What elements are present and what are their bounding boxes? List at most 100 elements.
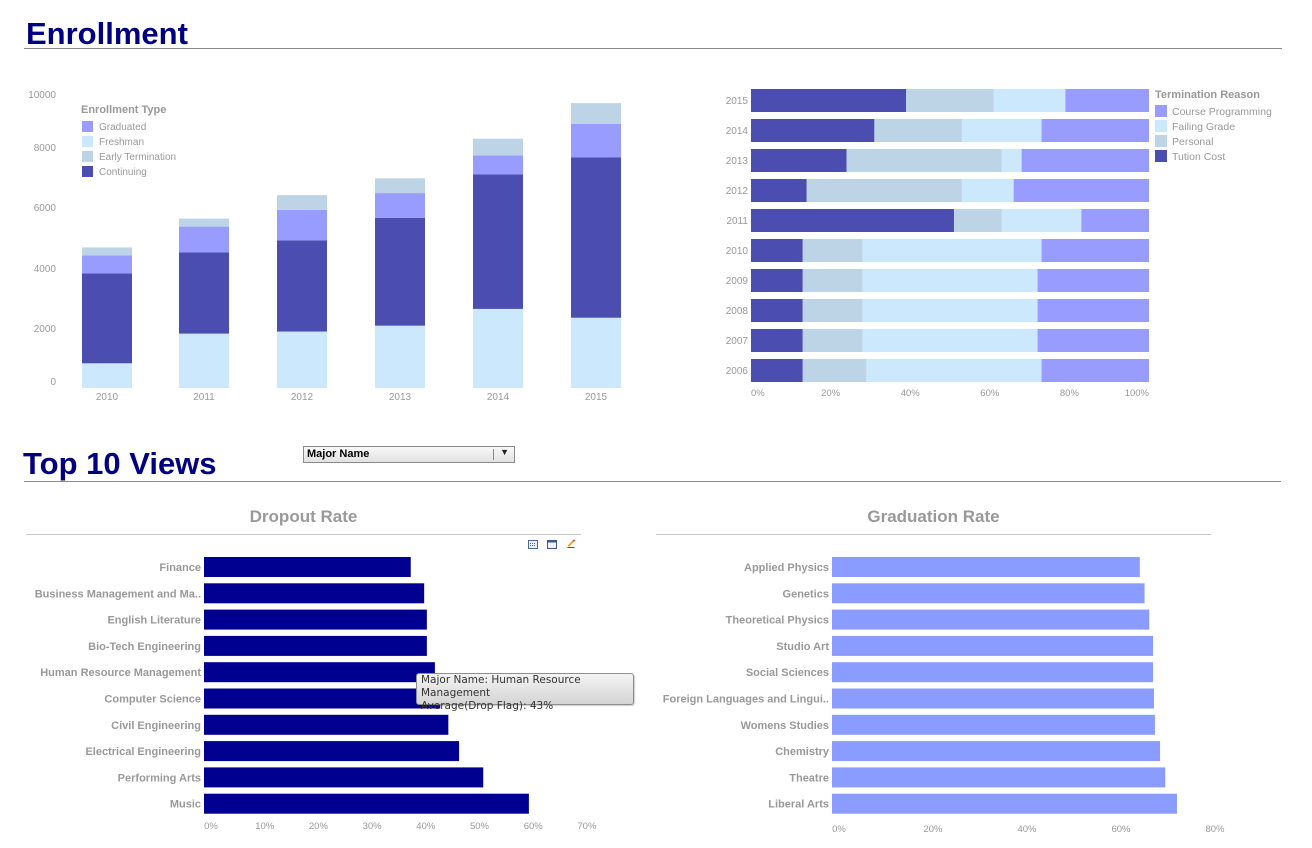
enrollment-bar-continuing-2011[interactable] bbox=[179, 252, 229, 334]
enrollment-bar-continuing-2015[interactable] bbox=[571, 157, 621, 318]
termination-bar-course-programming-2011[interactable] bbox=[1081, 209, 1149, 232]
enrollment-y-tick: 4000 bbox=[34, 264, 57, 275]
termination-bar-course-programming-2007[interactable] bbox=[1037, 329, 1149, 352]
enrollment-bar-freshman-2012[interactable] bbox=[277, 331, 327, 388]
termination-bar-personal-2011[interactable] bbox=[953, 209, 1002, 232]
termination-bar-failing-grade-2010[interactable] bbox=[862, 239, 1042, 262]
enrollment-bar-graduated-2014[interactable] bbox=[473, 155, 523, 175]
termination-bar-tution-cost-2007[interactable] bbox=[751, 329, 803, 352]
dropout-bar-music[interactable] bbox=[204, 793, 529, 814]
termination-bar-tution-cost-2013[interactable] bbox=[751, 149, 847, 172]
termination-bar-course-programming-2013[interactable] bbox=[1021, 149, 1149, 172]
termination-bar-personal-2015[interactable] bbox=[906, 89, 994, 112]
enrollment-y-tick: 2000 bbox=[34, 324, 57, 335]
termination-bar-course-programming-2012[interactable] bbox=[1013, 179, 1149, 202]
enrollment-bar-continuing-2010[interactable] bbox=[82, 273, 132, 364]
enrollment-bar-freshman-2011[interactable] bbox=[179, 333, 229, 388]
enrollment-bar-graduated-2010[interactable] bbox=[82, 255, 132, 274]
termination-bar-failing-grade-2015[interactable] bbox=[993, 89, 1066, 112]
termination-bar-tution-cost-2011[interactable] bbox=[751, 209, 954, 232]
graduation-bar-applied-physics[interactable] bbox=[832, 557, 1140, 577]
termination-bar-failing-grade-2006[interactable] bbox=[866, 359, 1042, 382]
termination-bar-course-programming-2014[interactable] bbox=[1041, 119, 1149, 142]
graduation-bar-foreign-languages-and-lingui[interactable] bbox=[832, 688, 1154, 709]
termination-bar-tution-cost-2015[interactable] bbox=[751, 89, 907, 112]
graduation-x-tick: 0% bbox=[832, 824, 846, 835]
termination-bar-personal-2013[interactable] bbox=[846, 149, 1002, 172]
graduation-bar-chemistry[interactable] bbox=[832, 741, 1161, 762]
charts-canvas: 0 2000 4000 6000 8000 10000 2010 2011 2012 2013 20… bbox=[28, 89, 1272, 835]
graduation-bar-studio-art[interactable] bbox=[832, 635, 1154, 656]
enrollment-bar-graduated-2015[interactable] bbox=[571, 123, 621, 158]
enrollment-bar-continuing-2013[interactable] bbox=[375, 217, 425, 326]
termination-x-tick: 80% bbox=[1060, 388, 1080, 399]
graduation-bar-womens-studies[interactable] bbox=[832, 714, 1155, 735]
termination-bar-failing-grade-2013[interactable] bbox=[1001, 149, 1022, 172]
termination-legend-label-failing-grade: Failing Grade bbox=[1172, 121, 1235, 133]
termination-bar-failing-grade-2011[interactable] bbox=[1001, 209, 1082, 232]
graduation-bar-social-sciences[interactable] bbox=[832, 662, 1154, 683]
dropout-bar-computer-science[interactable] bbox=[204, 688, 441, 709]
enrollment-bar-early-termination-2015[interactable] bbox=[571, 103, 621, 124]
enrollment-bar-graduated-2013[interactable] bbox=[375, 193, 425, 218]
termination-bar-failing-grade-2008[interactable] bbox=[862, 299, 1038, 322]
graduation-bar-theoretical-physics[interactable] bbox=[832, 609, 1150, 630]
enrollment-bar-graduated-2011[interactable] bbox=[179, 226, 229, 253]
termination-bar-tution-cost-2010[interactable] bbox=[751, 239, 803, 262]
enrollment-bar-early-termination-2012[interactable] bbox=[277, 195, 327, 210]
termination-bar-course-programming-2010[interactable] bbox=[1041, 239, 1149, 262]
enrollment-bar-freshman-2014[interactable] bbox=[473, 308, 523, 388]
termination-bar-tution-cost-2006[interactable] bbox=[751, 359, 803, 382]
enrollment-bar-early-termination-2010[interactable] bbox=[82, 247, 132, 256]
enrollment-bar-freshman-2010[interactable] bbox=[82, 363, 132, 388]
termination-bar-personal-2014[interactable] bbox=[874, 119, 962, 142]
dropout-bar-finance[interactable] bbox=[204, 557, 411, 577]
termination-bar-personal-2009[interactable] bbox=[802, 269, 863, 292]
enrollment-bar-freshman-2015[interactable] bbox=[571, 317, 621, 388]
dropout-category-label: Human Resource Management bbox=[40, 667, 201, 679]
termination-bar-failing-grade-2012[interactable] bbox=[961, 179, 1014, 202]
termination-bar-personal-2012[interactable] bbox=[806, 179, 962, 202]
termination-bar-failing-grade-2007[interactable] bbox=[862, 329, 1038, 352]
dropout-category-label: Bio-Tech Engineering bbox=[88, 641, 201, 653]
dropout-bar-human-resource-management[interactable] bbox=[204, 662, 435, 683]
dropout-bar-english-literature[interactable] bbox=[204, 609, 427, 630]
termination-bar-failing-grade-2009[interactable] bbox=[862, 269, 1038, 292]
dropout-bar-civil-engineering[interactable] bbox=[204, 714, 449, 735]
termination-bar-tution-cost-2014[interactable] bbox=[751, 119, 875, 142]
termination-bar-course-programming-2008[interactable] bbox=[1037, 299, 1149, 322]
dropout-bar-performing-arts[interactable] bbox=[204, 767, 484, 788]
dropout-x-tick: 0% bbox=[204, 821, 218, 832]
enrollment-bar-early-termination-2013[interactable] bbox=[375, 178, 425, 194]
graduation-category-label: Theoretical Physics bbox=[726, 615, 829, 627]
termination-bar-failing-grade-2014[interactable] bbox=[961, 119, 1042, 142]
dropout-x-tick: 10% bbox=[255, 821, 275, 832]
enrollment-bar-continuing-2014[interactable] bbox=[473, 174, 523, 309]
termination-bar-tution-cost-2012[interactable] bbox=[751, 179, 807, 202]
termination-bar-personal-2007[interactable] bbox=[802, 329, 863, 352]
enrollment-bar-freshman-2013[interactable] bbox=[375, 325, 425, 388]
graduation-bar-liberal-arts[interactable] bbox=[832, 793, 1177, 814]
termination-bar-course-programming-2006[interactable] bbox=[1041, 359, 1149, 382]
enrollment-bar-continuing-2012[interactable] bbox=[277, 240, 327, 332]
termination-bar-tution-cost-2009[interactable] bbox=[751, 269, 803, 292]
termination-bar-course-programming-2009[interactable] bbox=[1037, 269, 1149, 292]
enrollment-legend-swatch-early-termination bbox=[82, 151, 93, 162]
graduation-category-label: Chemistry bbox=[775, 746, 830, 758]
termination-legend-label-course-programming: Course Programming bbox=[1172, 106, 1272, 118]
termination-legend-swatch-course-programming bbox=[1155, 105, 1167, 117]
termination-bar-personal-2008[interactable] bbox=[802, 299, 863, 322]
termination-bar-course-programming-2015[interactable] bbox=[1065, 89, 1149, 112]
enrollment-bar-early-termination-2014[interactable] bbox=[473, 138, 523, 156]
dropout-bar-electrical-engineering[interactable] bbox=[204, 741, 460, 762]
termination-bar-personal-2010[interactable] bbox=[802, 239, 863, 262]
graduation-bar-theatre[interactable] bbox=[832, 767, 1166, 788]
termination-bar-tution-cost-2008[interactable] bbox=[751, 299, 803, 322]
termination-bar-personal-2006[interactable] bbox=[802, 359, 867, 382]
enrollment-bar-early-termination-2011[interactable] bbox=[179, 218, 229, 227]
enrollment-bar-graduated-2012[interactable] bbox=[277, 209, 327, 241]
dropout-bar-bio-tech-engineering[interactable] bbox=[204, 635, 427, 656]
graduation-x-tick: 20% bbox=[923, 824, 943, 835]
dropout-bar-business-management-and-ma[interactable] bbox=[204, 583, 425, 604]
graduation-bar-genetics[interactable] bbox=[832, 583, 1145, 604]
